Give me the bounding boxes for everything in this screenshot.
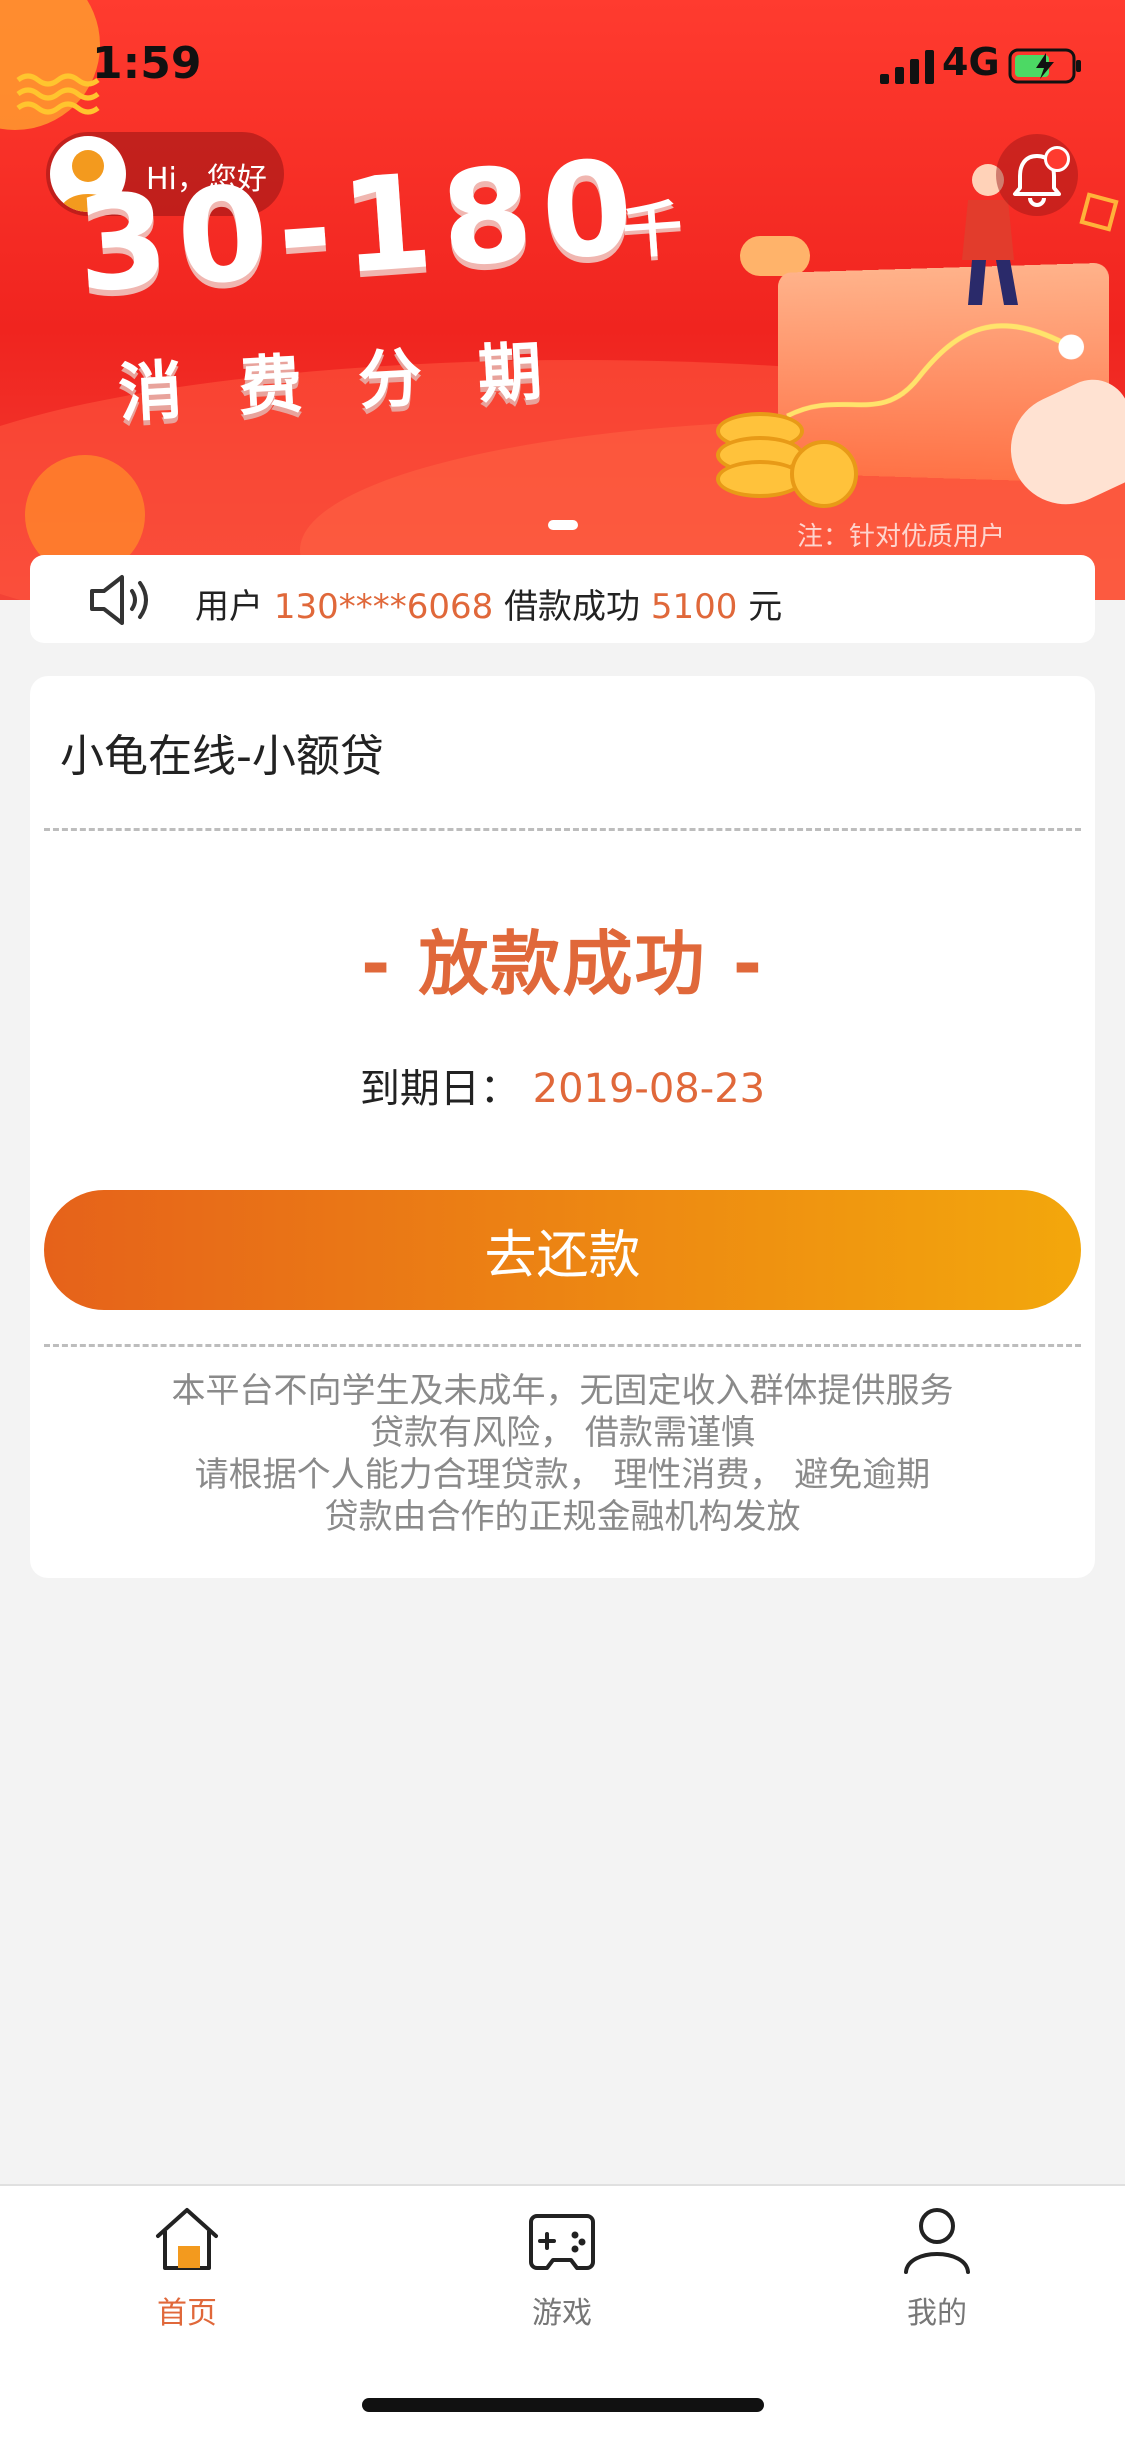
disclaimer-line: 贷款有风险， 借款需谨慎 (370, 1413, 755, 1453)
home-icon (156, 2208, 218, 2270)
coin-illustration (790, 440, 858, 508)
tab-mine[interactable]: 我的 (837, 2204, 1037, 2354)
divider (44, 828, 1081, 831)
tab-label: 首页 (157, 2296, 217, 2331)
user-icon (904, 2208, 970, 2274)
due-date-value: 2019-08-23 (532, 1066, 766, 1112)
speaker-icon (90, 575, 148, 625)
disclaimer-line: 请根据个人能力合理贷款， 理性消费， 避免逾期 (194, 1455, 931, 1495)
network-type: 4G (942, 40, 1000, 84)
announcement-bar: 用户 130****6068 借款成功 5100 元 (30, 555, 1095, 643)
status-bar: 1:59 4G (0, 0, 1125, 130)
carousel-indicator (548, 520, 578, 530)
decor-square (1079, 192, 1119, 232)
announcement-text: 用户 130****6068 借款成功 5100 元 (195, 579, 782, 628)
loan-status-card: 小龟在线-小额贷 - 放款成功 - 到期日： 2019-08-23 去还款 本平… (30, 676, 1095, 1578)
cloud-illustration (740, 236, 810, 276)
notification-button[interactable] (996, 134, 1078, 216)
announcement-phone: 130****6068 (273, 587, 494, 627)
announcement-prefix: 用户 (195, 587, 263, 627)
battery-charging-icon (1008, 48, 1081, 84)
bell-icon (1013, 154, 1061, 207)
promo-banner[interactable]: 1:59 4G Hi，您好 30-180 千 消费分期 注：针对优质用户 (0, 0, 1125, 600)
due-date-row: 到期日： 2019-08-23 (30, 1056, 1095, 1114)
notification-badge (1044, 146, 1070, 172)
status-time: 1:59 (92, 38, 202, 89)
tab-games[interactable]: 游戏 (462, 2204, 662, 2354)
announcement-suffix: 元 (748, 587, 783, 627)
disclaimer-line: 贷款由合作的正规金融机构发放 (324, 1497, 801, 1537)
tab-label: 我的 (907, 2296, 967, 2331)
repay-button[interactable]: 去还款 (44, 1190, 1081, 1310)
banner-note: 注：针对优质用户 (797, 522, 1006, 552)
headline-unit: 千 (620, 193, 686, 268)
signal-icon (880, 50, 934, 84)
loan-status: - 放款成功 - (361, 923, 764, 1005)
disclaimer: 本平台不向学生及未成年，无固定收入群体提供服务 贷款有风险， 借款需谨慎 请根据… (30, 1370, 1095, 1538)
announcement-amount: 5100 (650, 587, 738, 627)
disclaimer-line: 本平台不向学生及未成年，无固定收入群体提供服务 (171, 1371, 954, 1411)
tab-label: 游戏 (532, 2296, 592, 2331)
gamepad-icon (529, 2214, 595, 2270)
announcement-middle: 借款成功 (504, 587, 641, 627)
tab-home[interactable]: 首页 (87, 2204, 287, 2354)
due-date-label: 到期日： (359, 1066, 520, 1112)
product-title: 小龟在线-小额贷 (60, 731, 384, 782)
divider (44, 1344, 1081, 1347)
home-indicator[interactable] (362, 2398, 764, 2412)
